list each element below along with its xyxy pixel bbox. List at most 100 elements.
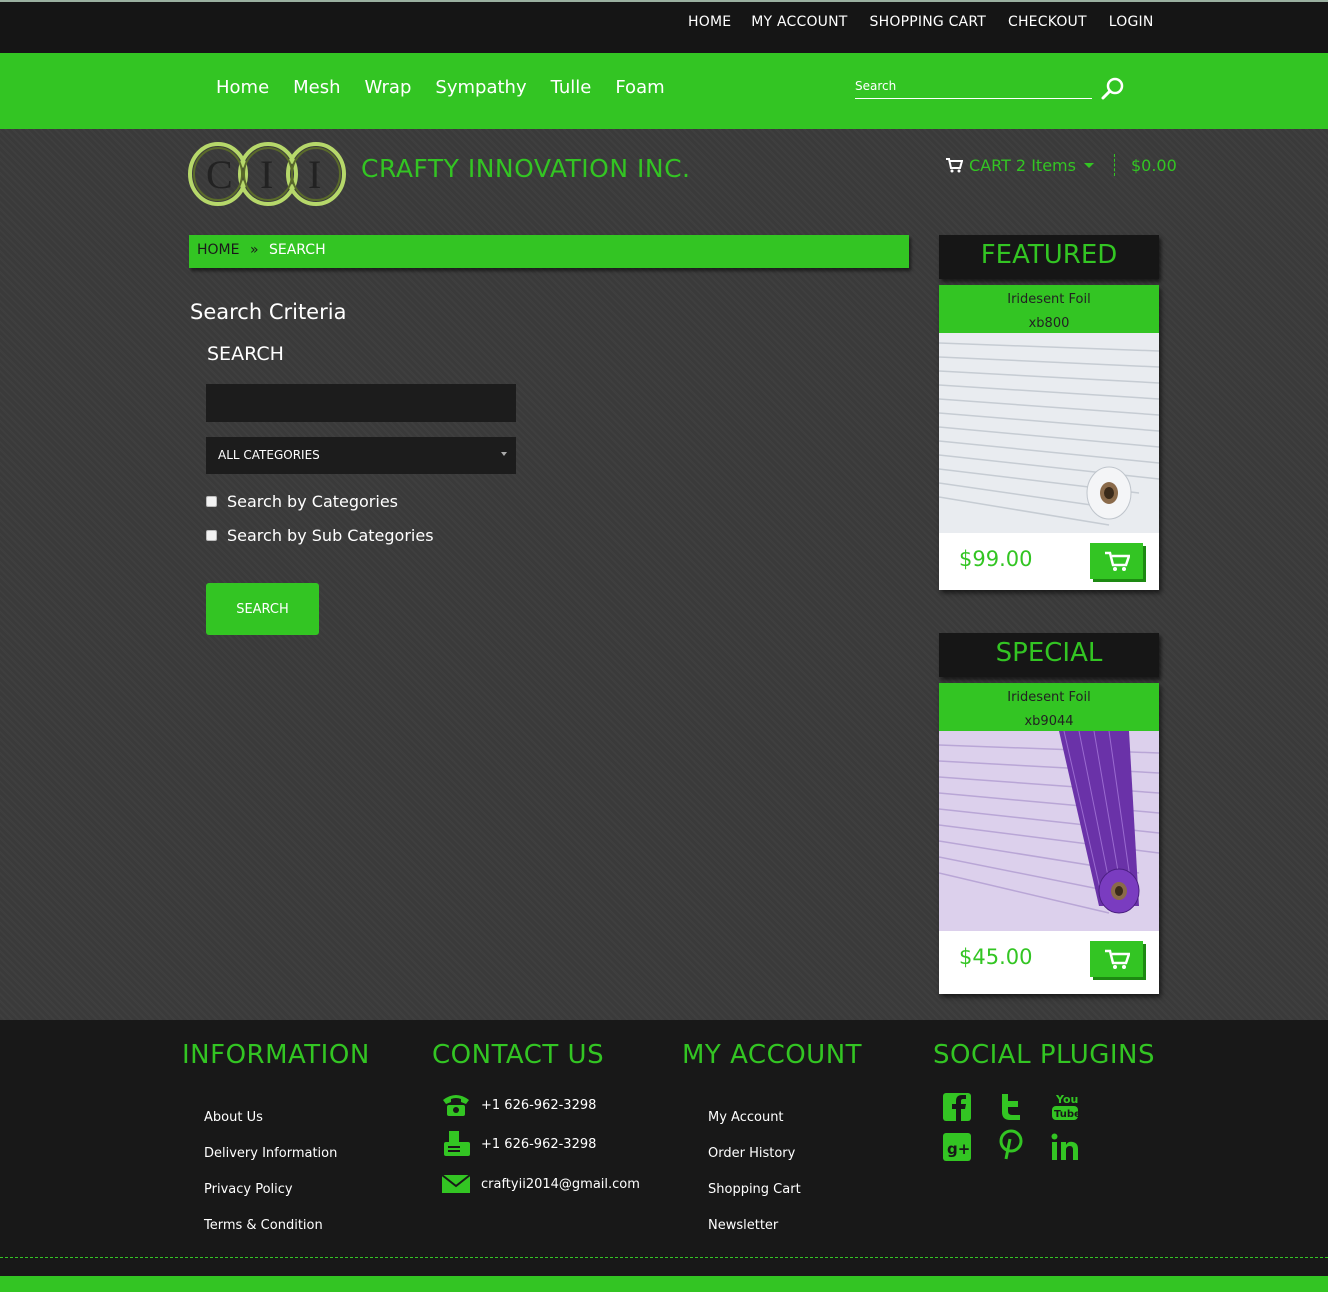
special-product-footer: $45.00 — [939, 931, 1159, 994]
footer-account: MY ACCOUNT My Account Order History Shop… — [682, 1040, 863, 1233]
footer-link-order-history[interactable]: Order History — [708, 1146, 801, 1182]
footer-link-shopping-cart[interactable]: Shopping Cart — [708, 1182, 801, 1218]
contact-fax[interactable]: +1 626-962-3298 — [481, 1137, 596, 1152]
footer-information-links: About Us Delivery Information Privacy Po… — [204, 1110, 337, 1254]
facebook-icon[interactable] — [942, 1092, 972, 1122]
search-button[interactable]: SEARCH — [206, 583, 319, 635]
footer: INFORMATION About Us Delivery Informatio… — [0, 1020, 1328, 1292]
footer-account-title: MY ACCOUNT — [682, 1040, 863, 1070]
top-link-my-account[interactable]: MY ACCOUNT — [751, 14, 847, 30]
breadcrumb-home[interactable]: HOME — [197, 242, 239, 258]
top-links: HOME MY ACCOUNT SHOPPING CART CHECKOUT L… — [688, 14, 1154, 30]
footer-information-title: INFORMATION — [182, 1040, 370, 1070]
search-icon[interactable] — [1100, 76, 1126, 102]
special-heading: SPECIAL — [939, 633, 1159, 677]
special-add-to-cart-button[interactable] — [1090, 941, 1143, 977]
nav-item-sympathy[interactable]: Sympathy — [435, 77, 526, 98]
footer-account-links: My Account Order History Shopping Cart N… — [708, 1110, 801, 1254]
special-product-name[interactable]: Iridesent Foil — [939, 686, 1159, 710]
search-by-categories-option[interactable]: Search by Categories — [206, 492, 398, 511]
category-select-value: ALL CATEGORIES — [218, 448, 320, 462]
search-heading: SEARCH — [207, 343, 284, 365]
svg-text:Tube: Tube — [1054, 1109, 1080, 1120]
special-product-image[interactable] — [939, 731, 1159, 931]
logo-letter-i2: I — [308, 152, 321, 197]
footer-information: INFORMATION About Us Delivery Informatio… — [182, 1040, 370, 1233]
svg-text:g+: g+ — [947, 1140, 970, 1158]
top-bar: HOME MY ACCOUNT SHOPPING CART CHECKOUT L… — [0, 0, 1328, 53]
search-by-subcategories-label: Search by Sub Categories — [227, 526, 434, 545]
cart-divider — [1113, 154, 1115, 176]
logo-letter-c: C — [206, 152, 233, 197]
footer-social-title: SOCIAL PLUGINS — [933, 1040, 1155, 1070]
footer-link-newsletter[interactable]: Newsletter — [708, 1218, 801, 1254]
featured-product-name[interactable]: Iridesent Foil — [939, 288, 1159, 312]
footer-link-terms[interactable]: Terms & Condition — [204, 1218, 337, 1254]
search-by-subcategories-checkbox[interactable] — [206, 530, 217, 541]
contact-email[interactable]: craftyii2014@gmail.com — [481, 1177, 640, 1192]
breadcrumb-separator: » — [249, 242, 259, 258]
top-link-checkout[interactable]: CHECKOUT — [1008, 14, 1087, 30]
footer-bottom-bar — [0, 1276, 1328, 1292]
featured-add-to-cart-button[interactable] — [1090, 543, 1143, 579]
footer-link-about-us[interactable]: About Us — [204, 1110, 337, 1146]
cart-total: $0.00 — [1130, 155, 1177, 175]
top-link-home[interactable]: HOME — [688, 14, 731, 30]
youtube-icon[interactable]: You Tube — [1050, 1092, 1080, 1122]
nav-item-tulle[interactable]: Tulle — [551, 77, 592, 98]
special-product-card[interactable]: Iridesent Foil xb9044 $45.00 — [939, 683, 1159, 994]
contact-phone[interactable]: +1 626-962-3298 — [481, 1098, 596, 1113]
nav-item-foam[interactable]: Foam — [615, 77, 664, 98]
google-plus-icon[interactable]: g+ — [942, 1132, 972, 1162]
top-link-shopping-cart[interactable]: SHOPPING CART — [870, 14, 986, 30]
cart-summary[interactable]: CART 2 Items $0.00 — [945, 154, 1177, 176]
featured-heading: FEATURED — [939, 235, 1159, 279]
select-caret-icon — [501, 452, 507, 456]
contact-email-row: craftyii2014@gmail.com — [441, 1171, 640, 1197]
pinterest-icon[interactable] — [996, 1129, 1026, 1160]
footer-divider — [0, 1257, 1328, 1258]
category-select[interactable]: ALL CATEGORIES — [206, 437, 516, 474]
linkedin-icon[interactable] — [1050, 1132, 1080, 1162]
footer-link-my-account[interactable]: My Account — [708, 1110, 801, 1146]
phone-icon — [441, 1092, 471, 1118]
footer-contact-title: CONTACT US — [432, 1040, 605, 1070]
contact-phone-row: +1 626-962-3298 — [441, 1092, 596, 1118]
svg-text:You: You — [1055, 1093, 1078, 1106]
twitter-icon[interactable] — [996, 1092, 1026, 1122]
footer-link-privacy-policy[interactable]: Privacy Policy — [204, 1182, 337, 1218]
search-by-categories-label: Search by Categories — [227, 492, 399, 511]
mail-icon — [441, 1171, 471, 1197]
keyword-input[interactable] — [206, 384, 516, 422]
footer-social: SOCIAL PLUGINS — [933, 1040, 1155, 1070]
add-to-cart-icon — [1104, 949, 1130, 969]
featured-product-card[interactable]: Iridesent Foil xb800 $99.00 — [939, 285, 1159, 590]
nav-item-home[interactable]: Home — [216, 77, 269, 98]
brand-logo[interactable]: C I I — [188, 140, 350, 208]
logo-letter-i1: I — [260, 152, 273, 197]
breadcrumb-current[interactable]: SEARCH — [269, 242, 326, 258]
footer-contact: CONTACT US — [432, 1040, 604, 1070]
chevron-down-icon — [1083, 163, 1094, 168]
contact-fax-row: +1 626-962-3298 — [441, 1131, 596, 1157]
add-to-cart-icon — [1104, 551, 1130, 571]
search-by-subcategories-option[interactable]: Search by Sub Categories — [206, 526, 434, 545]
search-by-categories-checkbox[interactable] — [206, 496, 217, 507]
search-input[interactable] — [855, 73, 1092, 99]
nav-item-wrap[interactable]: Wrap — [365, 77, 412, 98]
breadcrumb: HOME » SEARCH — [189, 235, 909, 268]
featured-product-price: $99.00 — [959, 547, 1033, 571]
featured-product-image[interactable] — [939, 333, 1159, 533]
nav-menu: Home Mesh Wrap Sympathy Tulle Foam — [216, 77, 689, 98]
page-title: Search Criteria — [190, 300, 347, 324]
footer-link-delivery-information[interactable]: Delivery Information — [204, 1146, 337, 1182]
cart-label: CART 2 Items — [969, 155, 1076, 175]
cart-icon — [946, 158, 963, 173]
brand-name[interactable]: CRAFTY INNOVATION INC. — [361, 154, 690, 183]
fax-icon — [441, 1131, 471, 1157]
special-product-name-block[interactable]: Iridesent Foil xb9044 — [939, 683, 1159, 731]
featured-product-name-block[interactable]: Iridesent Foil xb800 — [939, 285, 1159, 333]
main-nav: Home Mesh Wrap Sympathy Tulle Foam — [0, 53, 1328, 129]
nav-item-mesh[interactable]: Mesh — [293, 77, 340, 98]
top-link-login[interactable]: LOGIN — [1109, 14, 1154, 30]
